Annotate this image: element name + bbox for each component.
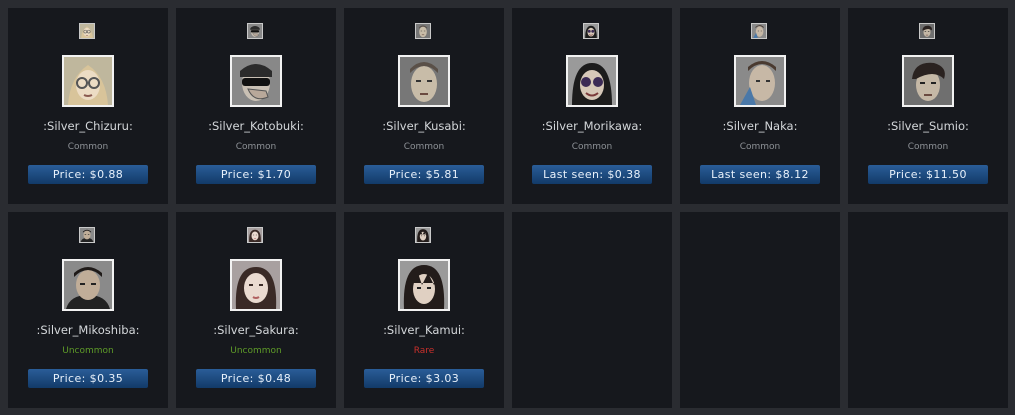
emote-card[interactable]: :Silver_Sakura: Uncommon Price: $0.48 [176,212,336,408]
emote-name: :Silver_Sumio: [887,119,969,133]
price-button[interactable]: Price: $3.03 [364,369,484,388]
sakura-emote-small-icon [247,227,263,243]
morikawa-emote-icon [566,55,618,107]
emote-card[interactable]: :Silver_Naka: Common Last seen: $8.12 [680,8,840,204]
rarity-label: Uncommon [62,346,114,356]
rarity-label: Common [403,142,445,152]
price-button[interactable]: Price: $0.48 [196,369,316,388]
emote-name: :Silver_Morikawa: [541,119,643,133]
mikoshiba-emote-small-icon [79,227,95,243]
price-button[interactable]: Price: $11.50 [868,165,988,184]
emote-card[interactable]: :Silver_Sumio: Common Price: $11.50 [848,8,1008,204]
rarity-label: Common [907,142,949,152]
kusabi-emote-small-icon [415,23,431,39]
kotobuki-emote-small-icon [247,23,263,39]
rarity-label: Rare [413,346,435,356]
emote-card[interactable]: :Silver_Morikawa: Common Last seen: $0.3… [512,8,672,204]
emote-name: :Silver_Kotobuki: [208,119,304,133]
price-button[interactable]: Price: $5.81 [364,165,484,184]
chizuru-emote-icon [62,55,114,107]
naka-emote-small-icon [751,23,767,39]
rarity-label: Common [739,142,781,152]
emote-card[interactable]: :Silver_Mikoshiba: Uncommon Price: $0.35 [8,212,168,408]
emote-name: :Silver_Mikoshiba: [36,323,140,337]
empty-card [512,212,672,408]
empty-card [680,212,840,408]
morikawa-emote-small-icon [583,23,599,39]
emote-card[interactable]: :Silver_Chizuru: Common Price: $0.88 [8,8,168,204]
sumio-emote-small-icon [919,23,935,39]
chizuru-emote-small-icon [79,23,95,39]
sakura-emote-icon [230,259,282,311]
emote-grid: :Silver_Chizuru: Common Price: $0.88 :Si… [8,8,1008,408]
emote-card[interactable]: :Silver_Kusabi: Common Price: $5.81 [344,8,504,204]
mikoshiba-emote-icon [62,259,114,311]
naka-emote-icon [734,55,786,107]
kamui-emote-small-icon [415,227,431,243]
emote-card[interactable]: :Silver_Kamui: Rare Price: $3.03 [344,212,504,408]
emote-name: :Silver_Kusabi: [382,119,466,133]
kusabi-emote-icon [398,55,450,107]
kamui-emote-icon [398,259,450,311]
rarity-label: Common [235,142,277,152]
emote-name: :Silver_Chizuru: [43,119,133,133]
rarity-label: Uncommon [230,346,282,356]
rarity-label: Common [571,142,613,152]
price-button[interactable]: Last seen: $8.12 [700,165,820,184]
emote-name: :Silver_Sakura: [213,323,299,337]
emote-name: :Silver_Kamui: [383,323,465,337]
price-button[interactable]: Last seen: $0.38 [532,165,652,184]
emote-name: :Silver_Naka: [722,119,798,133]
price-button[interactable]: Price: $1.70 [196,165,316,184]
price-button[interactable]: Price: $0.35 [28,369,148,388]
emote-card[interactable]: :Silver_Kotobuki: Common Price: $1.70 [176,8,336,204]
rarity-label: Common [67,142,109,152]
price-button[interactable]: Price: $0.88 [28,165,148,184]
empty-card [848,212,1008,408]
sumio-emote-icon [902,55,954,107]
kotobuki-emote-icon [230,55,282,107]
